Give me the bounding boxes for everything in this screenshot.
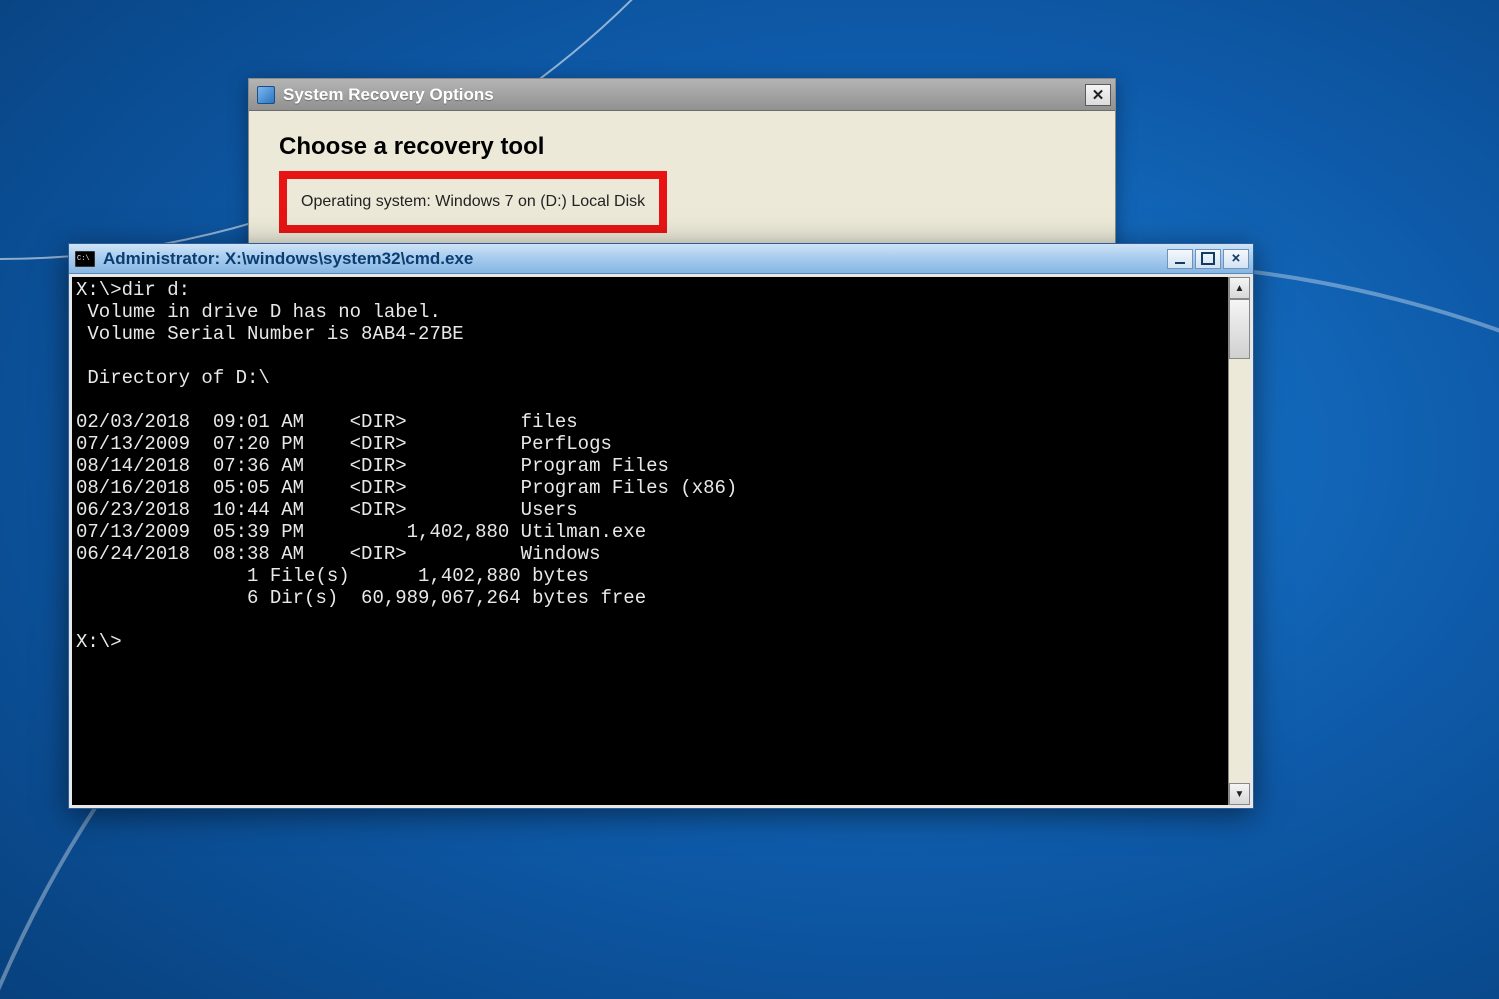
desktop-background: System Recovery Options ✕ Choose a recov… xyxy=(0,0,1499,999)
os-line: Operating system: Windows 7 on (D:) Loca… xyxy=(301,193,645,210)
recovery-icon xyxy=(257,86,275,104)
close-button[interactable]: ✕ xyxy=(1085,84,1111,106)
os-highlight-box: Operating system: Windows 7 on (D:) Loca… xyxy=(279,171,667,233)
cmd-output: X:\>dir d: Volume in drive D has no labe… xyxy=(76,279,1246,653)
cmd-title: Administrator: X:\windows\system32\cmd.e… xyxy=(103,249,1167,269)
scroll-down-button[interactable]: ▼ xyxy=(1229,783,1250,805)
recovery-title: System Recovery Options xyxy=(283,85,1085,105)
cmd-titlebar[interactable]: Administrator: X:\windows\system32\cmd.e… xyxy=(69,244,1253,274)
close-button[interactable]: ✕ xyxy=(1223,249,1249,269)
vertical-scrollbar[interactable]: ▲ ▼ xyxy=(1228,277,1250,805)
scroll-track[interactable] xyxy=(1229,359,1250,783)
recovery-titlebar[interactable]: System Recovery Options ✕ xyxy=(249,79,1115,111)
recovery-heading: Choose a recovery tool xyxy=(279,133,1085,161)
cmd-icon xyxy=(75,251,95,267)
scroll-thumb[interactable] xyxy=(1229,299,1250,359)
cmd-window: Administrator: X:\windows\system32\cmd.e… xyxy=(68,243,1254,809)
minimize-button[interactable] xyxy=(1167,249,1193,269)
cmd-body-wrap: X:\>dir d: Volume in drive D has no labe… xyxy=(69,274,1253,808)
cmd-body[interactable]: X:\>dir d: Volume in drive D has no labe… xyxy=(72,277,1250,805)
scroll-up-button[interactable]: ▲ xyxy=(1229,277,1250,299)
maximize-button[interactable] xyxy=(1195,249,1221,269)
